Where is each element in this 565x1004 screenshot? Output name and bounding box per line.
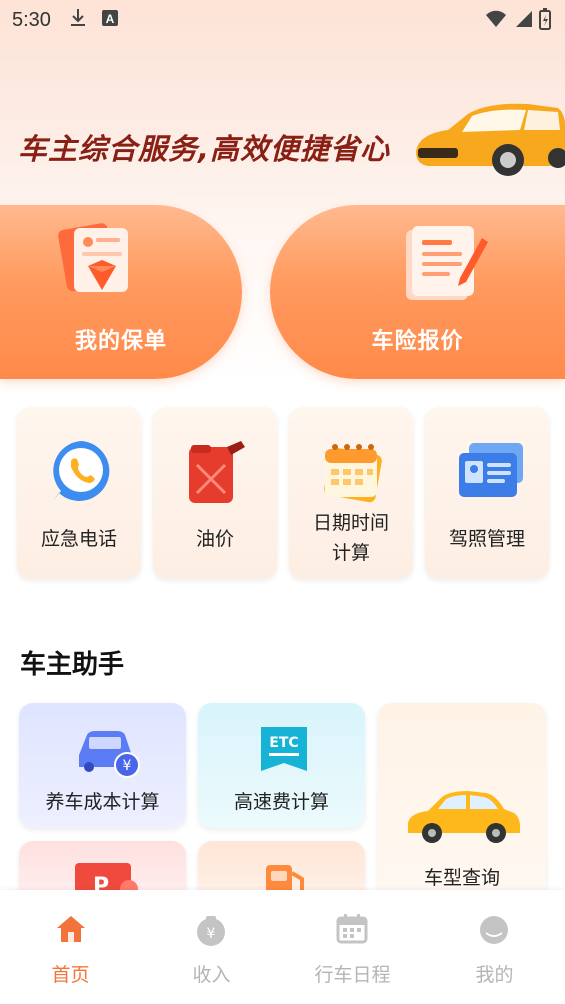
car-cost-card[interactable]: ¥ 养车成本计算 bbox=[19, 703, 186, 828]
emergency-phone-label: 应急电话 bbox=[40, 528, 117, 550]
car-model-query-card[interactable]: 车型查询 bbox=[378, 703, 546, 903]
calendar-schedule-icon bbox=[336, 914, 368, 948]
fuel-price-card[interactable]: 油价 bbox=[153, 407, 277, 579]
battery-icon bbox=[539, 8, 551, 34]
hero-slogan: 车主综合服务,高效便捷省心 bbox=[18, 132, 391, 166]
etc-text: ETC bbox=[269, 735, 298, 751]
quote-document-icon bbox=[400, 220, 490, 310]
fuel-price-label: 油价 bbox=[195, 528, 234, 550]
section-title-assistant: 车主助手 bbox=[20, 650, 125, 680]
status-bar: 5:30 A bbox=[0, 0, 565, 40]
emergency-phone-card[interactable]: 应急电话 bbox=[17, 407, 141, 579]
license-management-card[interactable]: 驾照管理 bbox=[425, 407, 549, 579]
tab-driving-schedule[interactable]: 行车日程 bbox=[282, 890, 423, 1004]
bottom-tab-bar: 首页 ¥ 收入 行车日程 我的 bbox=[0, 890, 565, 1004]
keyboard-a-icon: A bbox=[101, 9, 119, 31]
date-calc-label-line2: 计算 bbox=[331, 542, 370, 564]
status-time: 5:30 bbox=[12, 8, 51, 31]
phone-icon bbox=[47, 437, 115, 509]
license-management-label: 驾照管理 bbox=[448, 528, 525, 550]
date-calc-card[interactable]: 日期时间 计算 bbox=[289, 407, 413, 579]
etc-icon: ETC bbox=[259, 725, 309, 779]
license-card-icon bbox=[455, 437, 527, 509]
insurance-quote-card[interactable]: 车险报价 bbox=[270, 205, 565, 379]
svg-text:¥: ¥ bbox=[123, 758, 132, 774]
insurance-quote-label: 车险报价 bbox=[371, 329, 464, 354]
yellow-car-icon bbox=[404, 787, 522, 851]
date-calc-label-line1: 日期时间 bbox=[312, 512, 389, 534]
profile-icon bbox=[478, 914, 510, 950]
my-policy-label: 我的保单 bbox=[74, 329, 167, 354]
calendar-icon bbox=[319, 437, 387, 509]
toll-fee-card[interactable]: ETC 高速费计算 bbox=[198, 703, 365, 828]
tab-income-label: 收入 bbox=[192, 964, 231, 986]
home-icon bbox=[55, 914, 87, 948]
income-icon: ¥ bbox=[195, 914, 227, 950]
svg-text:A: A bbox=[106, 12, 115, 26]
download-icon bbox=[69, 8, 87, 32]
tab-income[interactable]: ¥ 收入 bbox=[141, 890, 282, 1004]
tab-home[interactable]: 首页 bbox=[0, 890, 141, 1004]
tab-mine[interactable]: 我的 bbox=[424, 890, 565, 1004]
car-model-query-label: 车型查询 bbox=[423, 867, 500, 889]
signal-icon bbox=[513, 9, 533, 33]
svg-text:¥: ¥ bbox=[207, 926, 216, 942]
wifi-icon bbox=[485, 9, 507, 33]
tab-driving-schedule-label: 行车日程 bbox=[314, 964, 391, 986]
sports-car-icon bbox=[408, 94, 565, 188]
tab-home-label: 首页 bbox=[51, 964, 90, 986]
my-policy-card[interactable]: 我的保单 bbox=[0, 205, 242, 379]
car-cost-icon: ¥ bbox=[75, 725, 141, 783]
tab-mine-label: 我的 bbox=[475, 964, 514, 986]
policy-gem-icon bbox=[58, 220, 138, 304]
car-cost-label: 养车成本计算 bbox=[45, 791, 160, 813]
fuel-can-icon bbox=[183, 437, 251, 509]
toll-fee-label: 高速费计算 bbox=[233, 791, 329, 813]
